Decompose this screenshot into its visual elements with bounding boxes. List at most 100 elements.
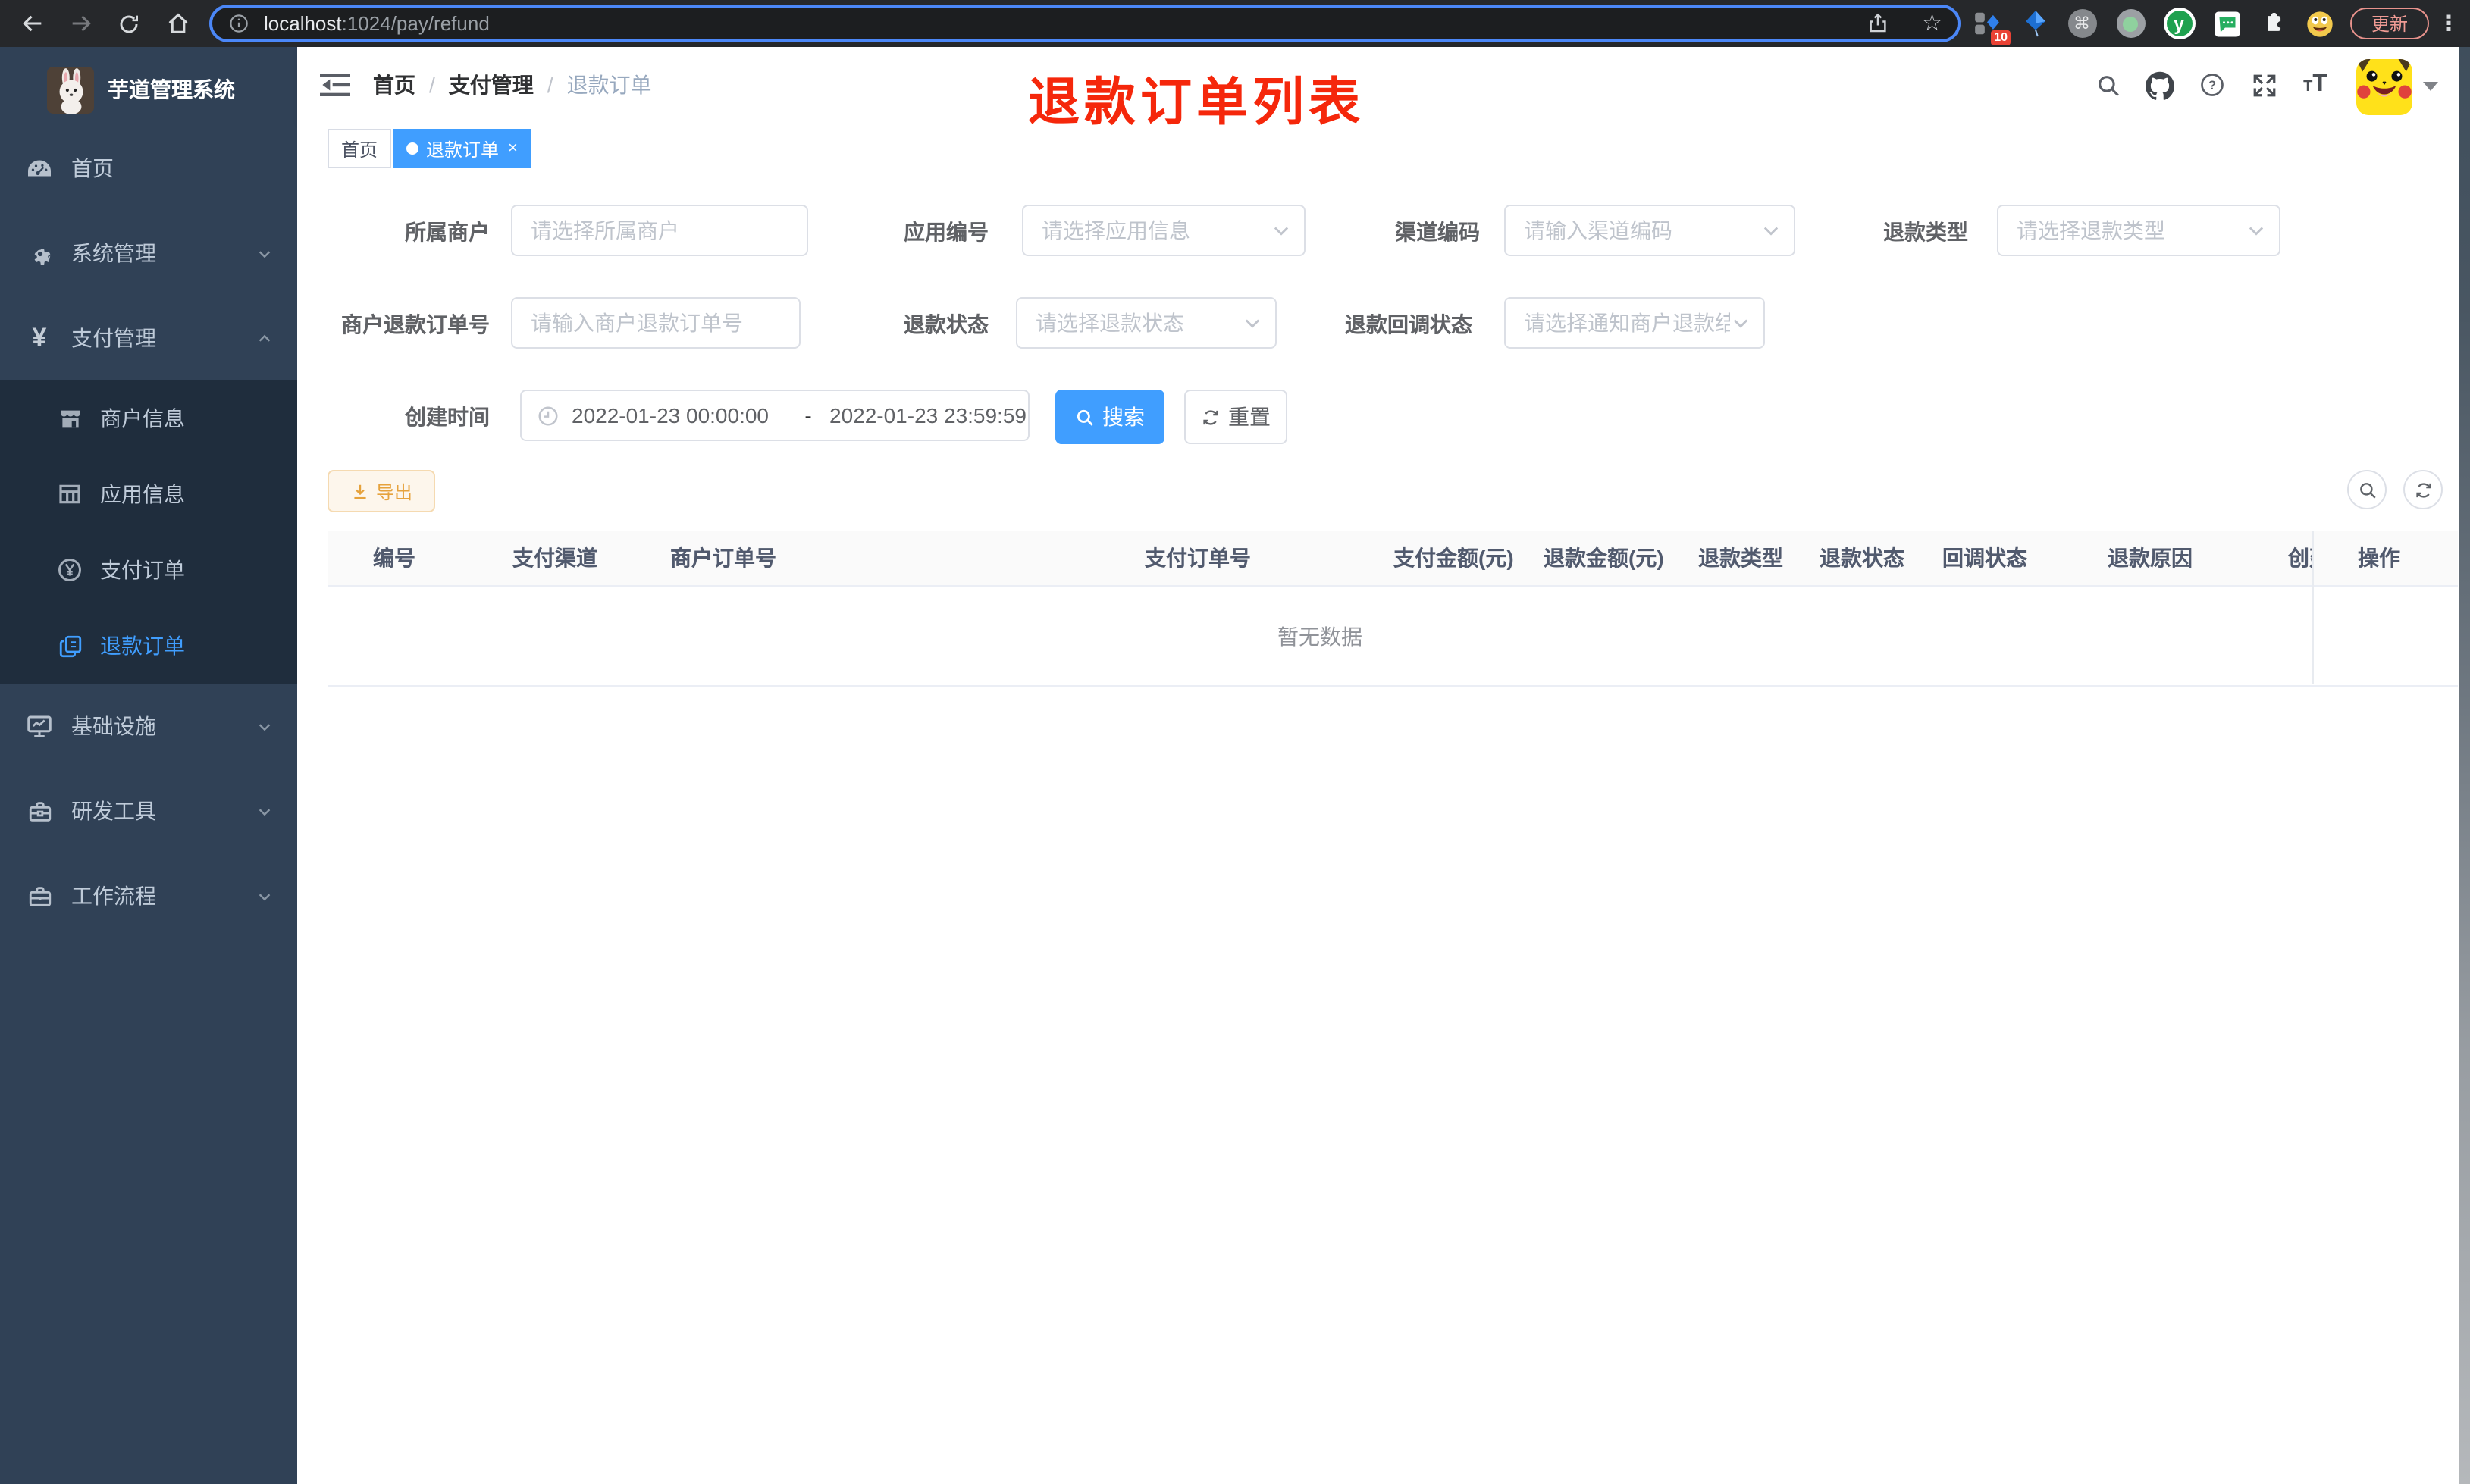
sidebar-item-payment[interactable]: ¥ 支付管理 <box>0 296 297 380</box>
refund-status-select[interactable]: 请选择退款状态 <box>1016 297 1277 349</box>
share-icon[interactable] <box>1866 12 1889 35</box>
extension-tampermonkey-icon[interactable]: 10 <box>1968 6 2011 45</box>
extension-recorder-icon[interactable] <box>2112 6 2149 41</box>
sidebar-item-dev-tools[interactable]: 研发工具 <box>0 769 297 853</box>
date-end-value[interactable]: 2022-01-23 23:59:59 <box>829 403 1028 427</box>
laughing-emoji-icon <box>2307 11 2333 36</box>
user-avatar[interactable] <box>2356 59 2412 115</box>
green-dot <box>2123 16 2138 31</box>
toolbox-icon <box>24 769 55 853</box>
refund-type-select[interactable]: 请选择退款类型 <box>1997 205 2280 256</box>
app-no-select[interactable]: 请选择应用信息 <box>1022 205 1306 256</box>
sidebar-submenu-payment: 商户信息 应用信息 支付订单 退款订单 <box>0 380 297 684</box>
tag-close-icon[interactable]: × <box>508 139 518 157</box>
sidebar-logo[interactable]: 芋道管理系统 <box>0 47 297 132</box>
svg-text:?: ? <box>2208 79 2216 92</box>
extension-command-icon[interactable]: ⌘ <box>2064 6 2100 41</box>
select-placeholder: 请选择通知商户退款结果的回调状态 <box>1524 311 1730 335</box>
sidebar-item-label: 支付订单 <box>100 558 185 582</box>
chat-glyph <box>2215 11 2240 36</box>
browser-profile-avatar[interactable] <box>2302 6 2338 41</box>
refresh-table-button[interactable] <box>2403 470 2443 509</box>
fullscreen-button[interactable] <box>2247 47 2280 123</box>
filter-label-merchant: 所属商户 <box>405 220 490 244</box>
help-doc-button[interactable]: ? <box>2196 47 2229 123</box>
sidebar-item-refund-order[interactable]: 退款订单 <box>0 608 297 684</box>
header-search-button[interactable] <box>2091 47 2124 123</box>
sidebar-item-home[interactable]: 首页 <box>0 126 297 211</box>
sidebar-collapse-button[interactable] <box>320 71 350 99</box>
sidebar-item-workflow[interactable]: 工作流程 <box>0 853 297 938</box>
browser-toolbar: localhost:1024/pay/refund ☆ 10 ⌘ y 更新 ⋮ <box>0 0 2470 47</box>
url-bar[interactable]: localhost:1024/pay/refund ☆ <box>209 5 1961 42</box>
sidebar-item-pay-order[interactable]: 支付订单 <box>0 532 297 608</box>
browser-forward-button[interactable] <box>61 0 100 47</box>
kebab-menu-icon: ⋮ <box>2438 11 2459 35</box>
app-title: 芋道管理系统 <box>108 77 235 102</box>
date-start-value[interactable]: 2022-01-23 00:00:00 <box>572 403 793 427</box>
extension-chat-icon[interactable] <box>2209 6 2246 41</box>
export-button[interactable]: 导出 <box>328 470 435 512</box>
notify-status-select[interactable]: 请选择通知商户退款结果的回调状态 <box>1504 297 1765 349</box>
create-time-range-picker[interactable]: 2022-01-23 00:00:00 - 2022-01-23 23:59:5… <box>520 390 1030 441</box>
date-range-separator: - <box>804 403 812 427</box>
site-info-icon[interactable] <box>227 12 250 35</box>
page-scrollbar[interactable] <box>2459 47 2470 1484</box>
sidebar-item-infrastructure[interactable]: 基础设施 <box>0 684 297 769</box>
browser-back-button[interactable] <box>12 0 52 47</box>
fullscreen-icon <box>2252 74 2275 96</box>
coin-yen-icon <box>55 532 85 608</box>
browser-home-button[interactable] <box>158 0 197 47</box>
extension-kite-icon[interactable] <box>2017 6 2053 41</box>
fixed-column-divider <box>2312 531 2314 684</box>
sidebar-item-label: 首页 <box>71 156 114 180</box>
sidebar-item-merchant-info[interactable]: 商户信息 <box>0 380 297 456</box>
sidebar-item-app-info[interactable]: 应用信息 <box>0 456 297 532</box>
col-merchant-order-no: 商户订单号 <box>670 546 776 570</box>
home-icon <box>168 13 187 33</box>
top-navbar: 首页 / 支付管理 / 退款订单 退款订单列表 ? TT <box>297 47 2459 132</box>
breadcrumb-home[interactable]: 首页 <box>373 70 415 100</box>
filter-label-notify-status: 退款回调状态 <box>1345 312 1472 337</box>
chevron-down-icon <box>256 853 273 938</box>
merchant-select[interactable] <box>511 205 808 256</box>
browser-menu-button[interactable]: ⋮ <box>2432 0 2465 47</box>
col-refund-reason: 退款原因 <box>2108 546 2193 570</box>
chevron-down-icon <box>256 769 273 853</box>
screen: localhost:1024/pay/refund ☆ 10 ⌘ y 更新 ⋮ … <box>0 0 2470 1484</box>
merchant-refund-no-input[interactable] <box>512 311 799 335</box>
sidebar-item-label: 应用信息 <box>100 482 185 506</box>
browser-reload-button[interactable] <box>109 0 149 47</box>
merchant-refund-no-field[interactable] <box>511 297 801 349</box>
sidebar-item-system[interactable]: 系统管理 <box>0 211 297 296</box>
breadcrumb-payment[interactable]: 支付管理 <box>449 70 534 100</box>
browser-update-button[interactable]: 更新 <box>2350 8 2429 39</box>
breadcrumb-separator: / <box>547 73 553 97</box>
toggle-search-button[interactable] <box>2347 470 2387 509</box>
font-size-button[interactable]: TT <box>2296 47 2335 123</box>
avatar-dropdown-caret[interactable] <box>2423 82 2438 91</box>
chevron-up-icon <box>256 296 273 380</box>
channel-code-select[interactable]: 请输入渠道编码 <box>1504 205 1795 256</box>
reset-button[interactable]: 重置 <box>1184 390 1287 444</box>
active-dot <box>406 142 418 155</box>
filter-label-create-time: 创建时间 <box>405 405 490 429</box>
extensions-puzzle-icon[interactable] <box>2256 6 2293 41</box>
col-pay-amount: 支付金额(元) <box>1393 546 1514 570</box>
search-button[interactable]: 搜索 <box>1055 390 1164 444</box>
extension-y-icon[interactable]: y <box>2161 6 2197 41</box>
pikachu-avatar-image <box>2356 59 2412 115</box>
clock-icon <box>538 405 558 425</box>
command-glyph: ⌘ <box>2067 9 2096 38</box>
select-placeholder: 请选择退款类型 <box>2017 218 2165 243</box>
chevron-down-icon <box>256 684 273 769</box>
urlbar-actions: ☆ <box>1866 8 1942 39</box>
bookmark-star-icon[interactable]: ☆ <box>1922 12 1942 35</box>
chevron-down-icon <box>1245 319 1260 328</box>
merchant-input[interactable] <box>512 218 807 243</box>
cmd-symbol: ⌘ <box>2073 15 2090 33</box>
tag-home[interactable]: 首页 <box>328 129 392 168</box>
sidebar-item-label: 系统管理 <box>71 241 156 265</box>
github-link[interactable] <box>2142 47 2176 123</box>
tag-refund-order[interactable]: 退款订单 × <box>393 129 531 168</box>
